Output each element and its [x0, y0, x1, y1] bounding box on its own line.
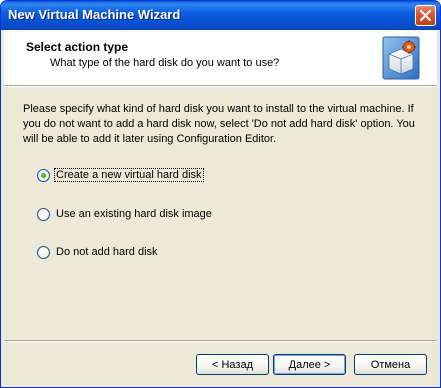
next-button[interactable]: Далее > — [273, 354, 346, 375]
window-title: New Virtual Machine Wizard — [8, 7, 181, 22]
option-no-hard-disk[interactable]: Do not add hard disk — [37, 244, 159, 260]
option-label[interactable]: Use an existing hard disk image — [55, 208, 213, 220]
instructions-text: Please specify what kind of hard disk yo… — [23, 103, 415, 145]
back-button[interactable]: < Назад — [196, 354, 269, 375]
header-divider — [4, 85, 437, 87]
close-icon — [420, 10, 431, 21]
wizard-header: Select action type What type of the hard… — [4, 30, 437, 85]
footer-divider — [4, 340, 437, 342]
option-label[interactable]: Do not add hard disk — [55, 246, 159, 258]
page-subtitle: What type of the hard disk do you want t… — [50, 57, 280, 69]
radio-button[interactable] — [37, 168, 50, 182]
radio-selected-dot — [41, 172, 46, 178]
option-label[interactable]: Create a new virtual hard disk — [54, 168, 204, 182]
cancel-button[interactable]: Отмена — [354, 354, 427, 375]
page-title: Select action type — [26, 40, 129, 54]
option-use-existing-image[interactable]: Use an existing hard disk image — [37, 206, 213, 222]
close-button[interactable] — [415, 5, 436, 26]
radio-button[interactable] — [37, 245, 50, 259]
wizard-gear-icon — [382, 36, 420, 80]
option-create-new-disk[interactable]: Create a new virtual hard disk — [37, 167, 204, 183]
radio-button[interactable] — [37, 207, 50, 221]
title-bar[interactable]: New Virtual Machine Wizard — [1, 1, 440, 30]
wizard-window: New Virtual Machine Wizard Select action… — [0, 0, 441, 388]
